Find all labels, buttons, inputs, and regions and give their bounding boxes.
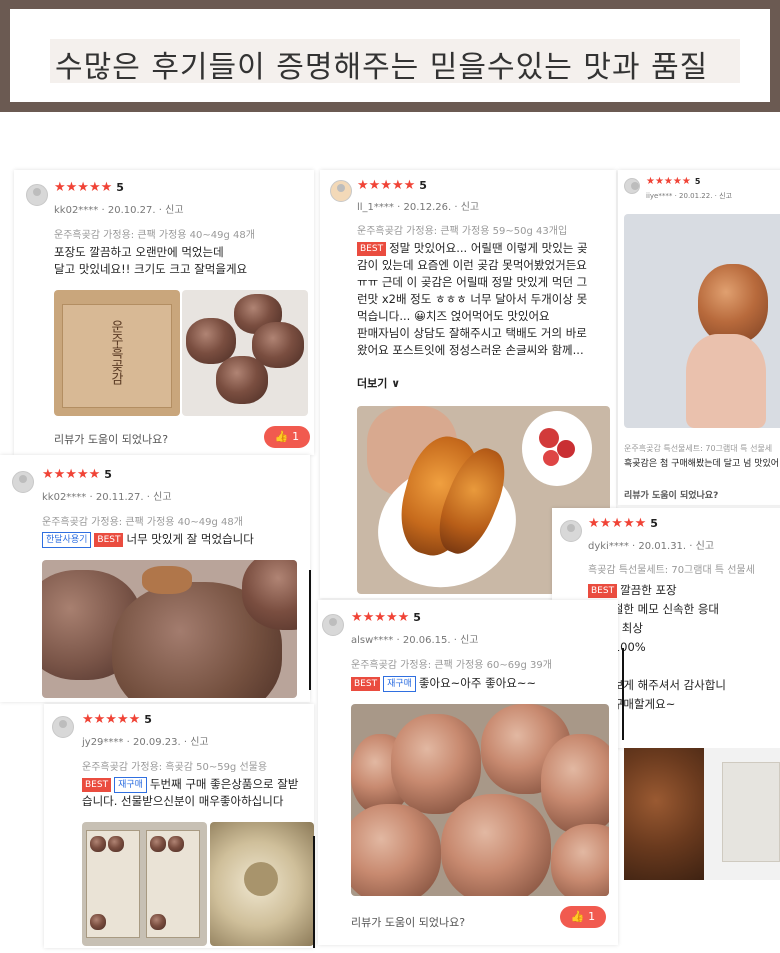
review-meta: kk02**** · 20.11.27. · 신고 <box>42 492 172 503</box>
persimmon-stem <box>142 566 192 594</box>
user-avatar <box>52 716 74 738</box>
review-text: 한달사용기 BEST 너무 맛있게 잘 먹었습니다 <box>42 531 254 548</box>
helpful-question: 리뷰가 도움이 되었나요? <box>624 491 719 501</box>
user-avatar <box>624 178 640 194</box>
review-meta: dyki**** · 20.01.31. · 신고 <box>588 541 715 552</box>
repurchase-badge: 재구매 <box>114 776 147 793</box>
wrapping-knot <box>244 862 278 896</box>
helpful-question: 리뷰가 도움이 되었나요? <box>351 916 466 929</box>
strawberry <box>557 440 575 458</box>
best-badge: BEST <box>82 777 112 792</box>
star-rating: ★★★★★ 5 <box>588 516 658 531</box>
review-text: BEST 정말 맛있어요... 어릴땐 이렇게 맛있는 곶 감이 있는데 요즘엔 … <box>357 241 588 357</box>
review-text: BEST 재구매 좋아요~아주 좋아요~~ <box>351 675 536 692</box>
box-label: 운주흑곶감 <box>108 320 123 385</box>
persimmon <box>351 804 441 896</box>
like-button[interactable]: 👍 1 <box>560 906 606 928</box>
thumbs-up-icon: 👍 <box>274 430 289 443</box>
report-link[interactable]: 신고 <box>153 492 171 503</box>
review-photo[interactable] <box>351 704 609 896</box>
persimmon-closeup <box>624 748 704 880</box>
review-card: ★★★★★ 5 jy29**** · 20.09.23. · 신고 운주흑곶감 가… <box>44 704 314 948</box>
separator-line <box>622 648 624 740</box>
review-card: ★★★★★ 5 kk02**** · 20.11.27. · 신고 운주흑곶감 가… <box>0 455 310 702</box>
user-avatar <box>12 471 34 493</box>
persimmon <box>441 794 551 896</box>
product-option: 운주흑곶감 가정용: 큰팩 가정용 40~49g 48개 <box>54 230 255 241</box>
report-link[interactable]: 신고 <box>719 192 732 200</box>
report-link[interactable]: 신고 <box>461 202 479 213</box>
show-more-link[interactable]: 더보기 ∨ <box>357 375 400 391</box>
review-meta: jy29**** · 20.09.23. · 신고 <box>82 737 209 748</box>
review-text: 포장도 깔끔하고 오랜만에 먹었는데 달고 맛있네요!! 크기도 크고 잘먹을게… <box>54 245 248 276</box>
review-meta: alsw**** · 20.06.15. · 신고 <box>351 635 479 646</box>
product-option: 운주흑곶감 가정용: 큰팩 가정용 40~49g 48개 <box>42 517 243 528</box>
monthly-use-badge: 한달사용기 <box>42 531 92 548</box>
review-card: ★★★★★ 5 iiye**** · 20.01.22. · 신고 운주흑곶감 특… <box>618 170 780 505</box>
report-link[interactable]: 신고 <box>460 635 478 646</box>
review-photo[interactable] <box>210 822 314 946</box>
star-rating: ★★★★★ 5 <box>42 467 112 482</box>
product-option: 흑곶감 특선물세트: 70그램대 특 선물세 <box>588 565 755 576</box>
review-meta: iiye**** · 20.01.22. · 신고 <box>646 192 733 200</box>
review-photo[interactable]: 운주흑곶감 <box>54 290 180 416</box>
review-card: ★★★★★ 5 alsw**** · 20.06.15. · 신고 운주흑곶감 가… <box>318 600 618 945</box>
star-rating: ★★★★★ 5 <box>357 178 427 193</box>
star-rating: ★★★★★ 5 <box>351 610 421 625</box>
product-option: 운주흑곶감 가정용: 큰팩 가정용 60~69g 39개 <box>351 660 552 671</box>
star-rating: ★★★★★ 5 <box>646 176 701 187</box>
user-avatar <box>330 180 352 202</box>
review-meta: kk02**** · 20.10.27. · 신고 <box>54 205 184 216</box>
persimmon <box>551 824 609 896</box>
product-option: 운주흑곶감 특선물세트: 70그램대 특 선물세 <box>624 444 773 453</box>
review-card: ★★★★★ 5 kk02**** · 20.10.27. · 신고 운주흑곶감 가… <box>14 170 314 455</box>
best-badge: BEST <box>588 583 618 598</box>
review-text: 흑곶감은 첨 구매해봤는데 달고 넘 맛있어 <box>624 459 780 469</box>
product-option: 운주흑곶감 가정용: 큰팩 가정용 59~50g 43개입 <box>357 226 568 237</box>
review-text: BEST 재구매 두번째 구매 좋은상품으로 잘받 습니다. 선물받으신분이 매우좋… <box>82 776 299 808</box>
banner-title: 수많은 후기들이 증명해주는 믿을수있는 맛과 품질 <box>55 50 709 85</box>
thumbs-up-icon: 👍 <box>570 910 585 923</box>
user-avatar <box>322 614 344 636</box>
review-photo[interactable] <box>42 560 297 698</box>
banner-inner: 수많은 후기들이 증명해주는 믿을수있는 맛과 품질 <box>10 9 770 102</box>
review-photo[interactable] <box>82 822 207 946</box>
user-avatar <box>560 520 582 542</box>
helpful-question: 리뷰가 도움이 되었나요? <box>54 433 169 446</box>
header-banner: 수많은 후기들이 증명해주는 믿을수있는 맛과 품질 <box>0 0 780 112</box>
report-link[interactable]: 신고 <box>696 541 714 552</box>
review-photo[interactable] <box>624 748 780 880</box>
product-option: 운주흑곶감 가정용: 흑곶감 50~59g 선물용 <box>82 762 268 773</box>
star-rating: ★★★★★ 5 <box>54 180 124 195</box>
best-badge: BEST <box>94 532 124 547</box>
report-link[interactable]: 신고 <box>165 205 183 216</box>
separator-line <box>309 570 311 690</box>
jar <box>722 762 780 862</box>
review-photo[interactable] <box>182 290 308 416</box>
strawberry <box>543 450 559 466</box>
strawberry <box>539 428 559 448</box>
persimmon <box>541 734 609 834</box>
star-rating: ★★★★★ 5 <box>82 712 152 727</box>
review-photo[interactable] <box>624 214 780 428</box>
best-badge: BEST <box>351 676 381 691</box>
review-meta: ll_1**** · 20.12.26. · 신고 <box>357 202 480 213</box>
best-badge: BEST <box>357 241 387 256</box>
separator-line <box>313 836 315 948</box>
report-link[interactable]: 신고 <box>190 737 208 748</box>
persimmon <box>698 264 768 344</box>
hand <box>686 334 766 428</box>
user-avatar <box>26 184 48 206</box>
like-button[interactable]: 👍 1 <box>264 426 310 448</box>
repurchase-badge: 재구매 <box>383 675 416 692</box>
